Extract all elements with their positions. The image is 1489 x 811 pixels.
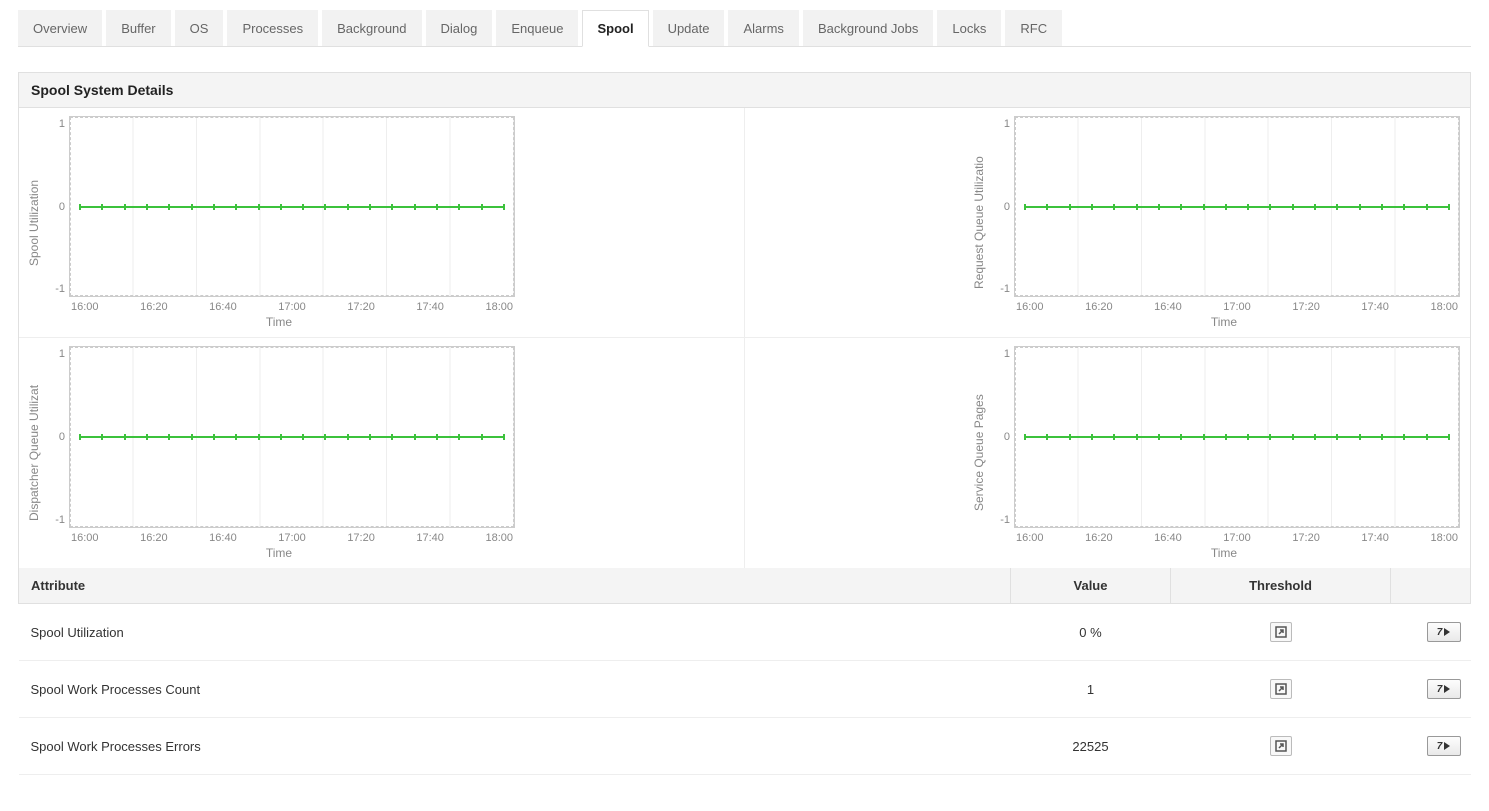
threshold-button[interactable] xyxy=(1270,679,1292,699)
tab-background[interactable]: Background xyxy=(322,10,421,46)
chart-ylabel: Service Queue Pages xyxy=(970,346,988,560)
chart-xlabel: Time xyxy=(43,315,515,329)
popup-icon xyxy=(1275,683,1287,695)
tab-os[interactable]: OS xyxy=(175,10,224,46)
table-row: Spool Work Processes Errors22525 7 xyxy=(19,718,1471,775)
play-icon xyxy=(1444,742,1450,750)
tab-dialog[interactable]: Dialog xyxy=(426,10,493,46)
col-threshold: Threshold xyxy=(1171,568,1391,604)
cell-attribute: Spool Work Processes Count xyxy=(19,661,1011,718)
cell-threshold xyxy=(1171,661,1391,718)
chart-ylabel: Dispatcher Queue Utilizat xyxy=(25,346,43,560)
chart-xlabel: Time xyxy=(988,315,1460,329)
chart-cell-2: Dispatcher Queue Utilizat10-116:0016:201… xyxy=(19,338,745,568)
chart-plot[interactable] xyxy=(69,116,515,297)
cell-threshold xyxy=(1171,718,1391,775)
tab-buffer[interactable]: Buffer xyxy=(106,10,170,46)
table-row: Spool Work Processes Count1 7 xyxy=(19,661,1471,718)
attributes-table: Attribute Value Threshold Spool Utilizat… xyxy=(18,568,1471,775)
tab-background-jobs[interactable]: Background Jobs xyxy=(803,10,933,46)
tab-spool[interactable]: Spool xyxy=(582,10,648,47)
tab-rfc[interactable]: RFC xyxy=(1005,10,1062,46)
cell-attribute: Spool Work Processes Errors xyxy=(19,718,1011,775)
chart-cell-1: Request Queue Utilizatio10-116:0016:2016… xyxy=(745,108,1471,338)
col-attribute: Attribute xyxy=(19,568,1011,604)
chart-xlabel: Time xyxy=(988,546,1460,560)
history-button[interactable]: 7 xyxy=(1427,736,1461,756)
history-button[interactable]: 7 xyxy=(1427,622,1461,642)
tab-processes[interactable]: Processes xyxy=(227,10,318,46)
cell-threshold xyxy=(1171,604,1391,661)
tab-locks[interactable]: Locks xyxy=(937,10,1001,46)
chart-plot[interactable] xyxy=(69,346,515,528)
col-history xyxy=(1391,568,1471,604)
tab-enqueue[interactable]: Enqueue xyxy=(496,10,578,46)
chart-xlabel: Time xyxy=(43,546,515,560)
cell-value: 0 % xyxy=(1011,604,1171,661)
popup-icon xyxy=(1275,626,1287,638)
chart-ylabel: Spool Utilization xyxy=(25,116,43,329)
chart-cell-3: Service Queue Pages10-116:0016:2016:4017… xyxy=(745,338,1471,568)
cell-value: 1 xyxy=(1011,661,1171,718)
tabs-bar: OverviewBufferOSProcessesBackgroundDialo… xyxy=(18,10,1471,47)
panel-title: Spool System Details xyxy=(18,72,1471,108)
threshold-button[interactable] xyxy=(1270,622,1292,642)
chart-cell-0: Spool Utilization10-116:0016:2016:4017:0… xyxy=(19,108,745,338)
cell-history: 7 xyxy=(1391,718,1471,775)
tab-overview[interactable]: Overview xyxy=(18,10,102,46)
table-row: Spool Utilization0 % 7 xyxy=(19,604,1471,661)
play-icon xyxy=(1444,628,1450,636)
cell-value: 22525 xyxy=(1011,718,1171,775)
chart-ylabel: Request Queue Utilizatio xyxy=(970,116,988,329)
threshold-button[interactable] xyxy=(1270,736,1292,756)
tab-update[interactable]: Update xyxy=(653,10,725,46)
cell-history: 7 xyxy=(1391,661,1471,718)
chart-plot[interactable] xyxy=(1014,346,1460,528)
history-button[interactable]: 7 xyxy=(1427,679,1461,699)
play-icon xyxy=(1444,685,1450,693)
tab-alarms[interactable]: Alarms xyxy=(728,10,798,46)
popup-icon xyxy=(1275,740,1287,752)
cell-history: 7 xyxy=(1391,604,1471,661)
col-value: Value xyxy=(1011,568,1171,604)
chart-grid: Spool Utilization10-116:0016:2016:4017:0… xyxy=(18,108,1471,568)
cell-attribute: Spool Utilization xyxy=(19,604,1011,661)
chart-plot[interactable] xyxy=(1014,116,1460,297)
